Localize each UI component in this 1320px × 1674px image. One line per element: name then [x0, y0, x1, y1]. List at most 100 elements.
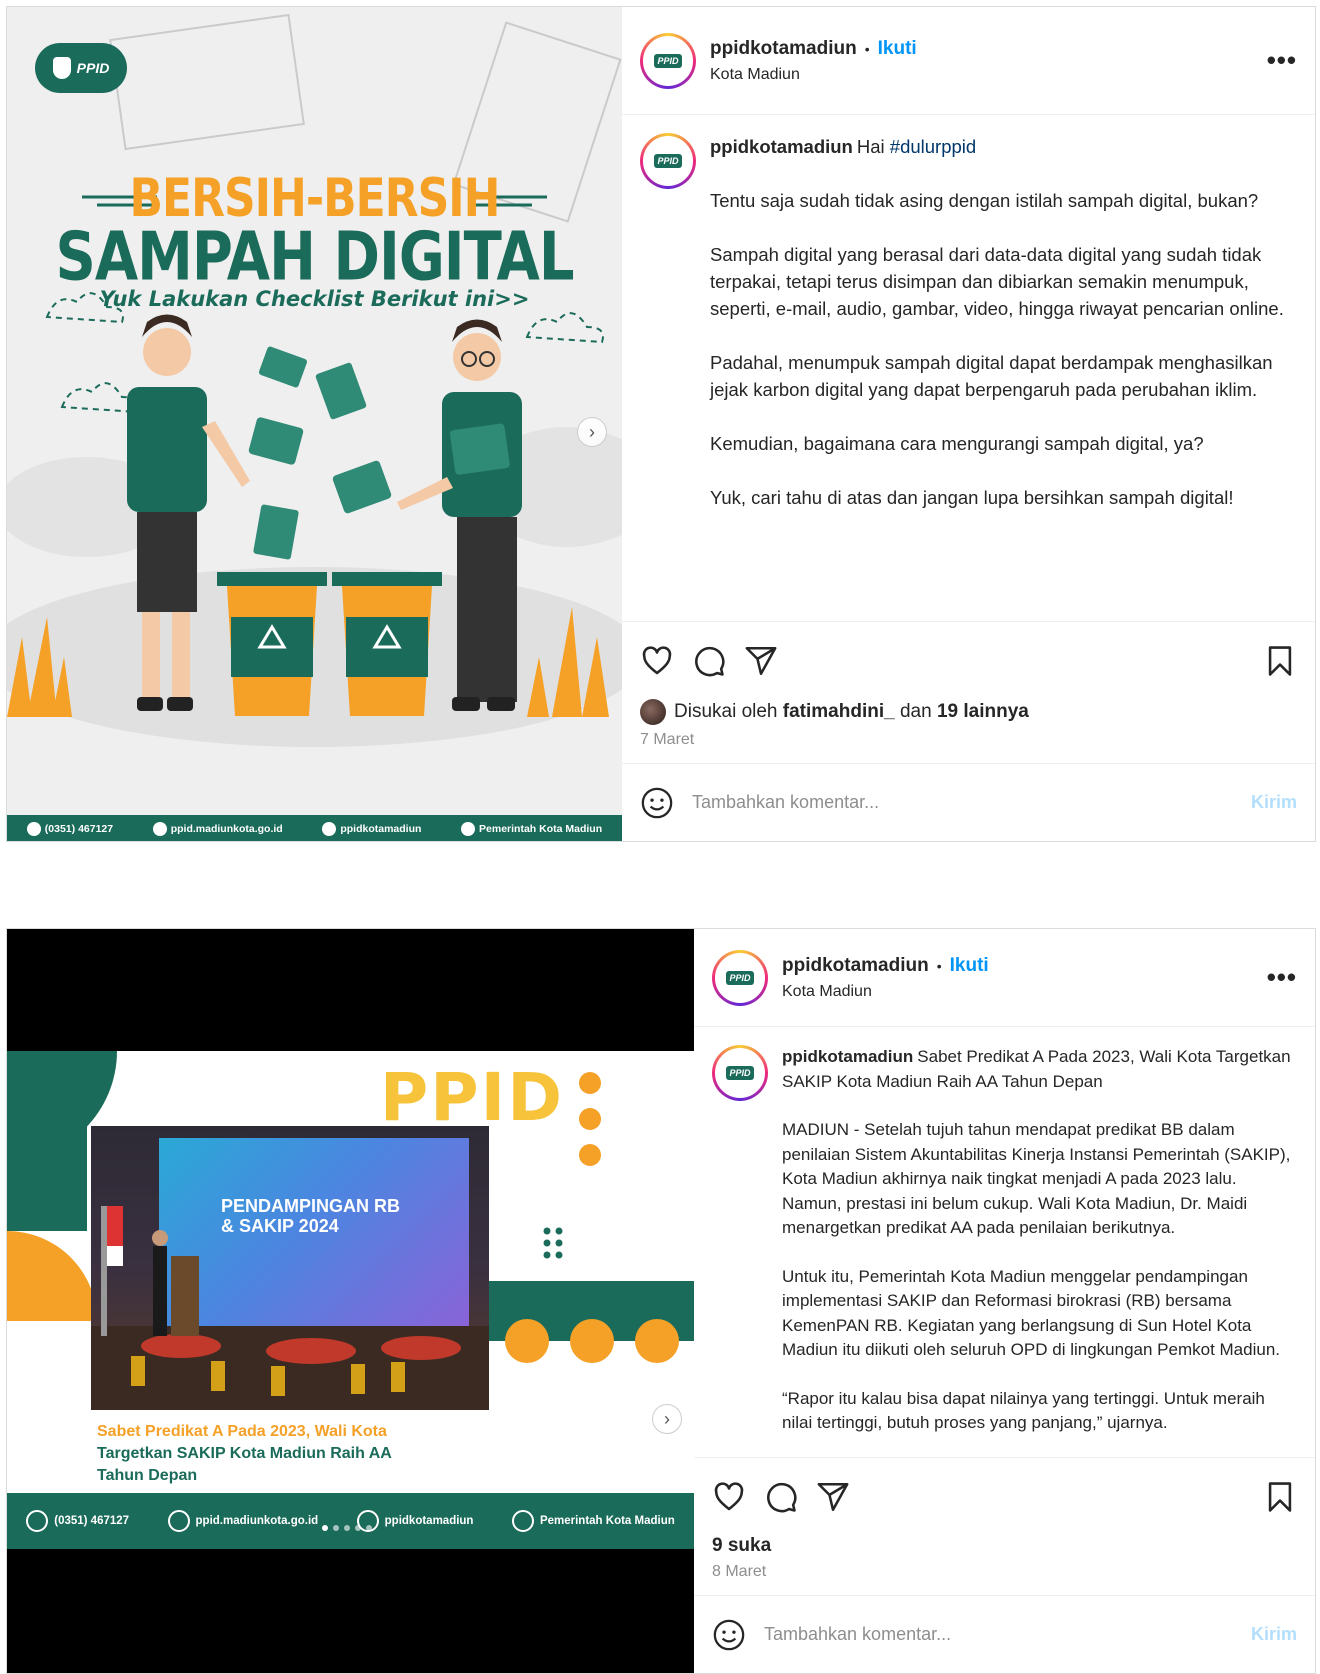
caption-paragraph: Yuk, cari tahu di atas dan jangan lupa b…: [710, 487, 1234, 508]
caption-section: PPID ppidkotamadiun Sabet Predikat A Pada…: [694, 1027, 1315, 1457]
phone-icon: [26, 1510, 49, 1532]
headline-line1: Sabet Predikat A Pada 2023, Wali Kota: [97, 1423, 387, 1440]
next-slide-button[interactable]: ›: [652, 1404, 682, 1434]
headline-line2: Targetkan SAKIP Kota Madiun Raih AA: [97, 1445, 392, 1462]
facebook-icon: [461, 822, 476, 836]
ppid-brand-text: PPID: [379, 1059, 564, 1136]
heart-icon[interactable]: [640, 644, 674, 678]
caption-lead: Hai: [856, 136, 885, 157]
caption-text: ppidkotamadiun Hai #dulurppid Tentu saja …: [710, 133, 1297, 621]
follow-button[interactable]: Ikuti: [950, 955, 989, 977]
carousel-dot: [333, 1525, 339, 1531]
footer-facebook: Pemerintah Kota Madiun: [461, 822, 602, 836]
avatar[interactable]: PPID: [640, 133, 696, 189]
caption-paragraph: Padahal, menumpuk sampah digital dapat b…: [710, 352, 1273, 400]
avatar[interactable]: PPID: [712, 1045, 768, 1101]
location-link[interactable]: Kota Madiun: [710, 66, 917, 84]
headline-line3: Tahun Depan: [97, 1467, 198, 1484]
slide-headline: Sabet Predikat A Pada 2023, Wali Kota Ta…: [97, 1421, 392, 1487]
comment-input[interactable]: Tambahkan komentar...: [764, 1624, 951, 1645]
action-bar: [694, 1457, 1315, 1535]
media-footer: (0351) 467127 ppid.madiunkota.go.id ppid…: [7, 815, 622, 841]
footer-phone: (0351) 467127: [26, 1510, 129, 1532]
carousel-dot: [355, 1525, 361, 1531]
comment-icon[interactable]: [692, 644, 726, 678]
caption-text: ppidkotamadiun Sabet Predikat A Pada 2023…: [782, 1045, 1297, 1457]
comment-bar: Tambahkan komentar... Kirim: [694, 1595, 1315, 1673]
carousel-dot: [322, 1525, 328, 1531]
caption-section: PPID ppidkotamadiun Hai #dulurppid Tentu …: [622, 115, 1315, 621]
carousel-indicators: [322, 1525, 372, 1531]
next-slide-button[interactable]: ›: [577, 417, 607, 447]
action-bar: [622, 621, 1315, 699]
likes-summary: 9 suka: [694, 1535, 1315, 1557]
separator: •: [864, 40, 870, 57]
instagram-post-1: PPID BERSIH-BERSIH SAMPAH DIGITAL Yuk La…: [6, 6, 1316, 842]
hashtag-link[interactable]: #dulurppid: [890, 136, 976, 157]
emoji-icon[interactable]: [712, 1618, 746, 1652]
likes-count-link[interactable]: 9 suka: [712, 1535, 771, 1557]
username-link[interactable]: ppidkotamadiun: [710, 38, 857, 60]
carousel-dot: [366, 1525, 372, 1531]
liker-avatar[interactable]: [640, 699, 666, 725]
share-icon[interactable]: [816, 1480, 850, 1514]
likes-summary: Disukai oleh fatimahdini_ dan 19 lainnya: [622, 699, 1315, 725]
phone-icon: [26, 822, 41, 836]
follow-button[interactable]: Ikuti: [878, 38, 917, 60]
username-link[interactable]: ppidkotamadiun: [710, 136, 853, 157]
likes-prefix: Disukai oleh: [674, 701, 778, 722]
caption-paragraph: Tentu saja sudah tidak asing dengan isti…: [710, 190, 1259, 211]
post-media-image[interactable]: PPID PENDAMPINGAN RB & SAKIP 2024 Sabet …: [7, 929, 694, 1673]
caption-paragraph: “Rapor itu kalau bisa dapat nilainya yan…: [782, 1388, 1265, 1433]
avatar[interactable]: PPID: [712, 949, 768, 1006]
post-date[interactable]: 8 Maret: [694, 1557, 1315, 1595]
instagram-post-2: PPID PENDAMPINGAN RB & SAKIP 2024 Sabet …: [6, 928, 1316, 1674]
avatar[interactable]: PPID: [640, 32, 696, 89]
event-photo: PENDAMPINGAN RB & SAKIP 2024: [91, 1126, 489, 1410]
footer-facebook: Pemerintah Kota Madiun: [511, 1510, 675, 1532]
bookmark-icon[interactable]: [1263, 1480, 1297, 1514]
globe-icon: [152, 822, 167, 836]
footer-instagram: ppidkotamadiun: [322, 822, 421, 836]
caption-paragraph: Untuk itu, Pemerintah Kota Madiun mengge…: [782, 1266, 1280, 1360]
emoji-icon[interactable]: [640, 786, 674, 820]
globe-icon: [167, 1510, 190, 1532]
caption-paragraph: Kemudian, bagaimana cara mengurangi samp…: [710, 433, 1204, 454]
caption-paragraph: Sampah digital yang berasal dari data-da…: [710, 244, 1284, 319]
media-title-line2: SAMPAH DIGITAL: [55, 218, 575, 297]
location-link[interactable]: Kota Madiun: [782, 983, 989, 1001]
separator: •: [936, 957, 942, 974]
likes-others-link[interactable]: 19 lainnya: [937, 701, 1029, 723]
logo-text: PPID: [76, 60, 110, 76]
instagram-icon: [322, 822, 337, 836]
send-comment-button[interactable]: Kirim: [1251, 1624, 1297, 1645]
post-sidebar: PPID ppidkotamadiun • Ikuti Kota Madiun …: [622, 7, 1315, 841]
illustration-background: [7, 7, 622, 841]
media-footer: (0351) 467127 ppid.madiunkota.go.id ppid…: [7, 1493, 694, 1549]
slide-graphic: PPID PENDAMPINGAN RB & SAKIP 2024 Sabet …: [7, 1051, 694, 1549]
madiun-shield-icon: [52, 57, 71, 79]
facebook-icon: [511, 1510, 534, 1532]
username-link[interactable]: ppidkotamadiun: [782, 1047, 913, 1066]
comment-icon[interactable]: [764, 1480, 798, 1514]
comment-input[interactable]: Tambahkan komentar...: [692, 792, 879, 813]
post-header: PPID ppidkotamadiun • Ikuti Kota Madiun …: [622, 7, 1315, 115]
post-date[interactable]: 7 Maret: [622, 725, 1315, 763]
footer-instagram: ppidkotamadiun: [356, 1510, 473, 1532]
bookmark-icon[interactable]: [1263, 644, 1297, 678]
liker-username-link[interactable]: fatimahdini_: [783, 701, 895, 723]
post-header: PPID ppidkotamadiun • Ikuti Kota Madiun …: [694, 929, 1315, 1027]
media-subtitle: Yuk Lakukan Checklist Berikut ini>>: [99, 287, 530, 311]
more-options-icon[interactable]: •••: [1267, 45, 1297, 76]
footer-web: ppid.madiunkota.go.id: [152, 822, 283, 836]
share-icon[interactable]: [744, 644, 778, 678]
post-sidebar: PPID ppidkotamadiun • Ikuti Kota Madiun …: [694, 929, 1315, 1673]
post-media-image[interactable]: PPID BERSIH-BERSIH SAMPAH DIGITAL Yuk La…: [7, 7, 622, 841]
ppid-logo: PPID: [35, 43, 127, 93]
carousel-dot: [344, 1525, 350, 1531]
heart-icon[interactable]: [712, 1480, 746, 1514]
more-options-icon[interactable]: •••: [1267, 962, 1297, 993]
username-link[interactable]: ppidkotamadiun: [782, 955, 929, 977]
send-comment-button[interactable]: Kirim: [1251, 792, 1297, 813]
likes-mid: dan: [899, 701, 932, 722]
